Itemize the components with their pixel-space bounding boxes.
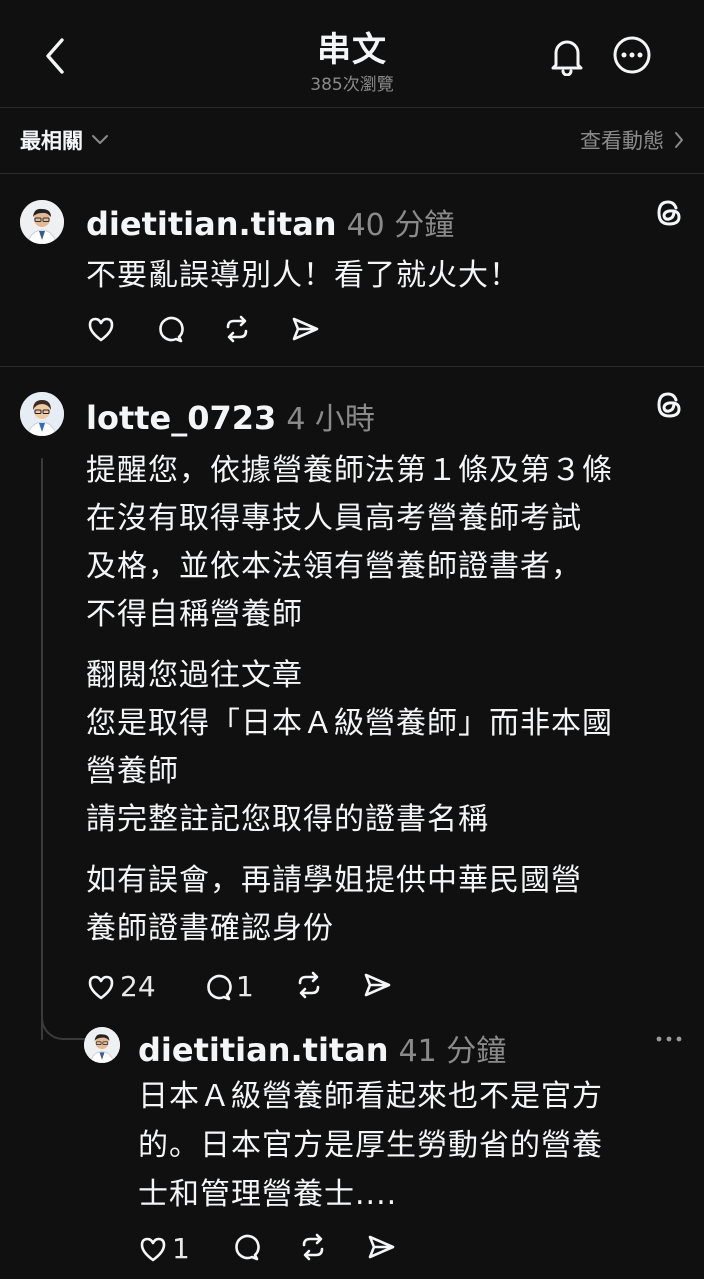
sort-dropdown[interactable]: 最相關: [20, 125, 109, 155]
header-divider: [0, 107, 704, 108]
username[interactable]: dietitian.titan: [138, 1031, 389, 1069]
page-title: 串文: [317, 30, 387, 70]
avatar[interactable]: [20, 200, 64, 244]
threads-logo-button[interactable]: [652, 196, 686, 230]
like-button[interactable]: 24: [86, 970, 156, 1003]
share-button[interactable]: [366, 1232, 396, 1262]
heart-icon: [88, 975, 114, 999]
view-count: 385次瀏覽: [310, 75, 394, 95]
repost-icon: [226, 315, 248, 343]
text-line: 您是取得「日本Ａ級營養師」而非本國: [86, 706, 613, 741]
heart-icon: [140, 1237, 166, 1261]
like-button[interactable]: [86, 314, 116, 344]
text-line: 營養師: [86, 754, 179, 789]
text-line: 如有誤會，再請學姐提供中華民國營: [86, 863, 582, 898]
send-icon: [292, 317, 319, 341]
reply-body: 日本Ａ級營養師看起來也不是官方 的。日本官方是厚生勞動省的營養 士和管理營養士.…: [138, 1076, 603, 1215]
like-count: 24: [120, 970, 156, 1003]
bell-icon: [551, 40, 583, 76]
text-line: 及格，並依本法領有營養師證書者，: [86, 549, 582, 584]
repost-button[interactable]: [294, 970, 324, 1000]
comment-button[interactable]: [154, 314, 184, 344]
post-divider: [0, 366, 704, 367]
heart-icon: [88, 317, 114, 342]
chevron-down-icon: [92, 135, 108, 144]
text-line: 日本Ａ級營養師看起來也不是官方: [138, 1079, 603, 1114]
threads-logo-icon: [657, 392, 681, 418]
view-activity-link[interactable]: 查看動態: [580, 125, 684, 155]
avatar-person-icon: [20, 392, 64, 436]
activity-label: 查看動態: [580, 129, 664, 153]
text-line: 在沒有取得專技人員高考營養師考試: [86, 501, 582, 536]
repost-icon: [302, 1233, 324, 1261]
send-icon: [368, 1235, 395, 1259]
repost-button[interactable]: [298, 1232, 328, 1262]
notification-button[interactable]: [548, 36, 586, 76]
text-line: 提醒您，依據營養師法第１條及第３條: [86, 453, 613, 488]
like-count: 1: [172, 1232, 190, 1265]
send-icon: [364, 973, 391, 997]
repost-button[interactable]: [222, 314, 252, 344]
comment-button[interactable]: [230, 1232, 260, 1262]
comment-button[interactable]: 1: [202, 970, 254, 1003]
comment-icon: [235, 1234, 260, 1261]
more-horizontal-icon: [656, 1036, 682, 1042]
reply-header: dietitian.titan 41 分鐘: [138, 1026, 506, 1070]
post-header: dietitian.titan 40 分鐘: [86, 200, 454, 244]
chevron-right-icon: [675, 132, 683, 148]
text-line: 翻閱您過往文章: [86, 658, 303, 693]
timestamp: 41 分鐘: [398, 1034, 507, 1069]
text-line: 養師證書確認身份: [86, 911, 334, 946]
timestamp: 40 分鐘: [346, 208, 455, 243]
post-text: 不要亂誤導別人！看了就火大！: [86, 258, 520, 293]
text-line: 的。日本官方是厚生勞動省的營養: [138, 1128, 603, 1163]
username[interactable]: dietitian.titan: [86, 205, 337, 243]
post-body: 提醒您，依據營養師法第１條及第３條 在沒有取得專技人員高考營養師考試 及格，並依…: [86, 447, 613, 949]
more-options-button[interactable]: [612, 35, 652, 75]
threads-logo-icon: [657, 200, 681, 226]
avatar[interactable]: [84, 1027, 120, 1063]
text-line: 士和管理營養士....: [138, 1177, 398, 1212]
avatar-person-icon: [84, 1027, 120, 1063]
avatar[interactable]: [20, 392, 64, 436]
text-line: 請完整註記您取得的證書名稱: [86, 802, 489, 837]
thread-connector-line: [41, 458, 43, 1040]
avatar-person-icon: [20, 200, 64, 244]
thread-connector-curve: [41, 1010, 85, 1040]
reply-count: 1: [236, 970, 254, 1003]
sort-label: 最相關: [20, 129, 83, 153]
post-header: lotte_0723 4 小時: [86, 394, 375, 438]
share-button[interactable]: [290, 314, 320, 344]
timestamp: 4 小時: [286, 402, 375, 437]
share-button[interactable]: [362, 970, 392, 1000]
comment-icon: [159, 316, 184, 343]
more-circle-icon: [613, 36, 651, 74]
text-line: 不得自稱營養師: [86, 597, 303, 632]
threads-logo-button[interactable]: [652, 388, 686, 422]
repost-icon: [298, 971, 320, 999]
like-button[interactable]: 1: [138, 1232, 190, 1265]
reply-more-button[interactable]: [652, 1030, 686, 1048]
subbar-divider: [0, 173, 704, 174]
username[interactable]: lotte_0723: [86, 399, 276, 437]
comment-icon: [207, 974, 232, 1000]
